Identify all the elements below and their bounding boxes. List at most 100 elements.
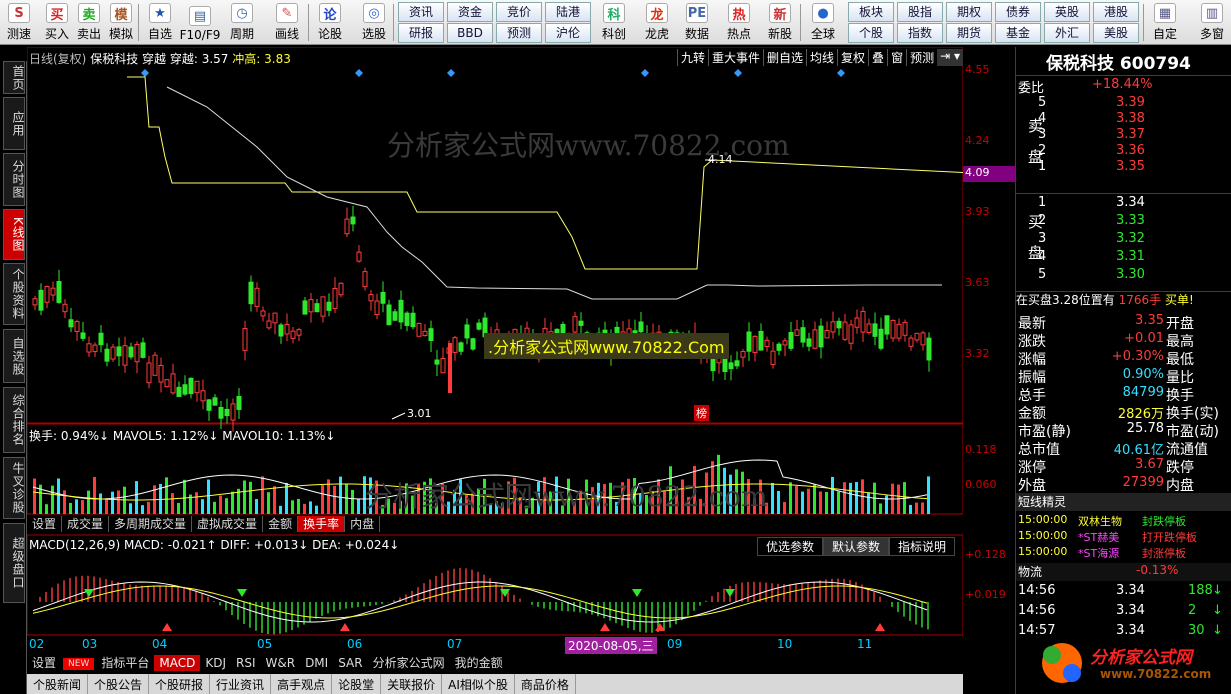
toolbar-market-button[interactable]: 股指 bbox=[897, 2, 943, 22]
toolbar-button-8[interactable]: 论论股 bbox=[313, 1, 347, 44]
elf-title[interactable]: 短线精灵 bbox=[1016, 493, 1231, 511]
volume-tab-0[interactable]: 设置 bbox=[27, 516, 63, 532]
macd-button-0[interactable]: 优选参数 bbox=[756, 537, 823, 556]
volume-tab-1[interactable]: 成交量 bbox=[62, 516, 110, 532]
indicator-tab-3[interactable]: MACD bbox=[154, 655, 201, 671]
sell-level-price: 3.35 bbox=[1116, 159, 1145, 174]
toolbar-market-button[interactable]: 外汇 bbox=[1044, 23, 1090, 43]
toolbar-market-button[interactable]: 板块 bbox=[848, 2, 894, 22]
sidebar-tab-7[interactable]: 牛叉诊股 bbox=[3, 457, 25, 519]
sidebar-tab-8[interactable]: 超级盘口 bbox=[3, 523, 25, 603]
toolbar-grid-button[interactable]: BBD bbox=[447, 23, 493, 43]
toolbar-market-button[interactable]: 港股 bbox=[1093, 2, 1139, 22]
chart-tool-5[interactable]: 叠 bbox=[868, 49, 887, 66]
news-tab-0[interactable]: 个股新闻 bbox=[27, 674, 89, 694]
quote-value: +0.30% bbox=[1111, 349, 1164, 364]
toolbar-market-button[interactable]: 个股 bbox=[848, 23, 894, 43]
toolbar-grid-button[interactable]: 沪伦 bbox=[545, 23, 591, 43]
news-tab-3[interactable]: 行业资讯 bbox=[210, 674, 272, 694]
sidebar-tab-3[interactable]: K线图 bbox=[3, 209, 25, 260]
month-label: 02 bbox=[29, 637, 45, 651]
event-diamond-icon bbox=[641, 69, 649, 77]
toolbar-market-button[interactable]: 债券 bbox=[995, 2, 1041, 22]
sidebar-tab-1[interactable]: 应用 bbox=[3, 97, 25, 150]
app-window: S 测速买买入卖卖出模模拟 ★ 自选 ▤ F10/F9 ◷ 周期 ✎ 画线论论股 ◎ 选股 科科创龙龙虎… bbox=[0, 0, 1231, 694]
indicator-tab-7[interactable]: DMI bbox=[300, 655, 333, 671]
news-tab-8[interactable]: 商品价格 bbox=[515, 674, 576, 694]
toolbar-button-0[interactable]: S 测速 bbox=[2, 1, 36, 44]
news-tab-7[interactable]: AI相似个股 bbox=[442, 674, 515, 694]
volume-bar bbox=[855, 482, 858, 514]
toolbar-button-6[interactable]: ◷ 周期 bbox=[225, 1, 259, 44]
indicator-tab-0[interactable]: 设置 bbox=[27, 655, 61, 671]
toolbar-market-button[interactable]: 期货 bbox=[946, 23, 992, 43]
sidebar-tab-6[interactable]: 综合排名 bbox=[3, 387, 25, 453]
volume-tab-3[interactable]: 虚拟成交量 bbox=[192, 516, 264, 532]
indicator-tab-8[interactable]: SAR bbox=[333, 655, 367, 671]
toolbar-button-1[interactable]: 买买入 bbox=[40, 1, 74, 44]
toolbar-grid-button[interactable]: 竞价 bbox=[496, 2, 542, 22]
toolbar-button-9[interactable]: ◎ 选股 bbox=[357, 1, 391, 44]
toolbar-grid-button[interactable]: 资讯 bbox=[398, 2, 444, 22]
sidebar-tab-4[interactable]: 个股资料 bbox=[3, 263, 25, 325]
toolbar-grid-button[interactable]: 研报 bbox=[398, 23, 444, 43]
toolbar-market-button[interactable]: 指数 bbox=[897, 23, 943, 43]
candle-body bbox=[740, 350, 746, 358]
chart-tool-2[interactable]: 删自选 bbox=[763, 49, 806, 66]
chart-arrow-icon[interactable]: ⇥ ▾ bbox=[937, 49, 963, 66]
toolbar-button-3[interactable]: 模模拟 bbox=[104, 1, 138, 44]
macd-button-1[interactable]: 默认参数 bbox=[822, 537, 889, 556]
sidebar-tab-2[interactable]: 分时图 bbox=[3, 153, 25, 206]
indicator-tab-10[interactable]: 我的金额 bbox=[450, 655, 508, 671]
macd-button-2[interactable]: 指标说明 bbox=[888, 537, 955, 556]
toolbar-market-button[interactable]: 美股 bbox=[1093, 23, 1139, 43]
toolbar-market-button[interactable]: 英股 bbox=[1044, 2, 1090, 22]
volume-tab-6[interactable]: 内盘 bbox=[345, 516, 381, 532]
toolbar-button-4[interactable]: ★ 自选 bbox=[143, 1, 177, 44]
toolbar-market-button[interactable]: 期权 bbox=[946, 2, 992, 22]
indicator-tab-5[interactable]: RSI bbox=[231, 655, 261, 671]
sidebar-tab-5[interactable]: 自选股 bbox=[3, 329, 25, 383]
volume-tab-2[interactable]: 多周期成交量 bbox=[109, 516, 193, 532]
chart-tool-0[interactable]: 九转 bbox=[676, 49, 708, 66]
toolbar-button-10[interactable]: 科科创 bbox=[597, 1, 631, 44]
quote-panel: 保税科技 600794 委比 +18.44% 5 3.39 4 3.38 3 3.37 2 3… bbox=[1015, 47, 1231, 694]
news-tab-1[interactable]: 个股公告 bbox=[88, 674, 150, 694]
news-tab-6[interactable]: 关联报价 bbox=[381, 674, 443, 694]
toolbar-grid-button[interactable]: 陆港 bbox=[545, 2, 591, 22]
indicator-tab-2[interactable]: 指标平台 bbox=[96, 655, 154, 671]
sidebar-tab-0[interactable]: 首页 bbox=[3, 61, 25, 94]
chart-tool-7[interactable]: 预测 bbox=[906, 49, 937, 66]
toolbar-button-14[interactable]: 新新股 bbox=[763, 1, 797, 44]
indicator-tab-9[interactable]: 分析家公式网 bbox=[368, 655, 450, 671]
toolbar-button-12[interactable]: PE 数据 bbox=[680, 1, 714, 44]
chart-tool-4[interactable]: 复权 bbox=[837, 49, 868, 66]
toolbar-button-11[interactable]: 龙龙虎 bbox=[640, 1, 674, 44]
toolbar-grid-button[interactable]: 资金 bbox=[447, 2, 493, 22]
chart-tool-6[interactable]: 窗 bbox=[887, 49, 906, 66]
indicator-tab-1[interactable]: NEW bbox=[63, 658, 95, 670]
news-tab-4[interactable]: 高手观点 bbox=[271, 674, 333, 694]
chart-tool-1[interactable]: 重大事件 bbox=[707, 49, 763, 66]
elf-item[interactable]: 15:00:00 *ST海源 封涨停板 bbox=[1016, 545, 1222, 563]
toolbar-button-16[interactable]: ▦ 自定 bbox=[1148, 1, 1182, 44]
chart-tool-3[interactable]: 均线 bbox=[806, 49, 837, 66]
toolbar-market-button[interactable]: 基金 bbox=[995, 23, 1041, 43]
kline-chart-area[interactable]: 日线(复权) 保税科技 穿越 穿越: 3.57 冲高: 3.83 九转 重大事件删… bbox=[26, 46, 973, 657]
toolbar-button-17[interactable]: ▥ 多窗 bbox=[1195, 1, 1229, 44]
toolbar-label-5: F10/F9 bbox=[179, 28, 221, 42]
volume-tab-4[interactable]: 金额 bbox=[263, 516, 299, 532]
news-tab-2[interactable]: 个股研报 bbox=[149, 674, 211, 694]
toolbar-grid-button[interactable]: 预测 bbox=[496, 23, 542, 43]
toolbar-button-15[interactable]: ● 全球 bbox=[806, 1, 840, 44]
toolbar-icon-9: ◎ bbox=[363, 3, 385, 23]
toolbar-button-7[interactable]: ✎ 画线 bbox=[270, 1, 304, 44]
toolbar-button-13[interactable]: 热热点 bbox=[722, 1, 756, 44]
indicator-tab-6[interactable]: W&R bbox=[261, 655, 301, 671]
quote-row: 市盈(静) 25.78 市盈(动) bbox=[1016, 421, 1222, 440]
volume-tab-5[interactable]: 换手率 bbox=[298, 516, 346, 532]
toolbar-button-2[interactable]: 卖卖出 bbox=[72, 1, 106, 44]
indicator-tab-4[interactable]: KDJ bbox=[200, 655, 231, 671]
toolbar-button-5[interactable]: ▤ F10/F9 bbox=[180, 1, 220, 44]
news-tab-5[interactable]: 论股堂 bbox=[332, 674, 382, 694]
